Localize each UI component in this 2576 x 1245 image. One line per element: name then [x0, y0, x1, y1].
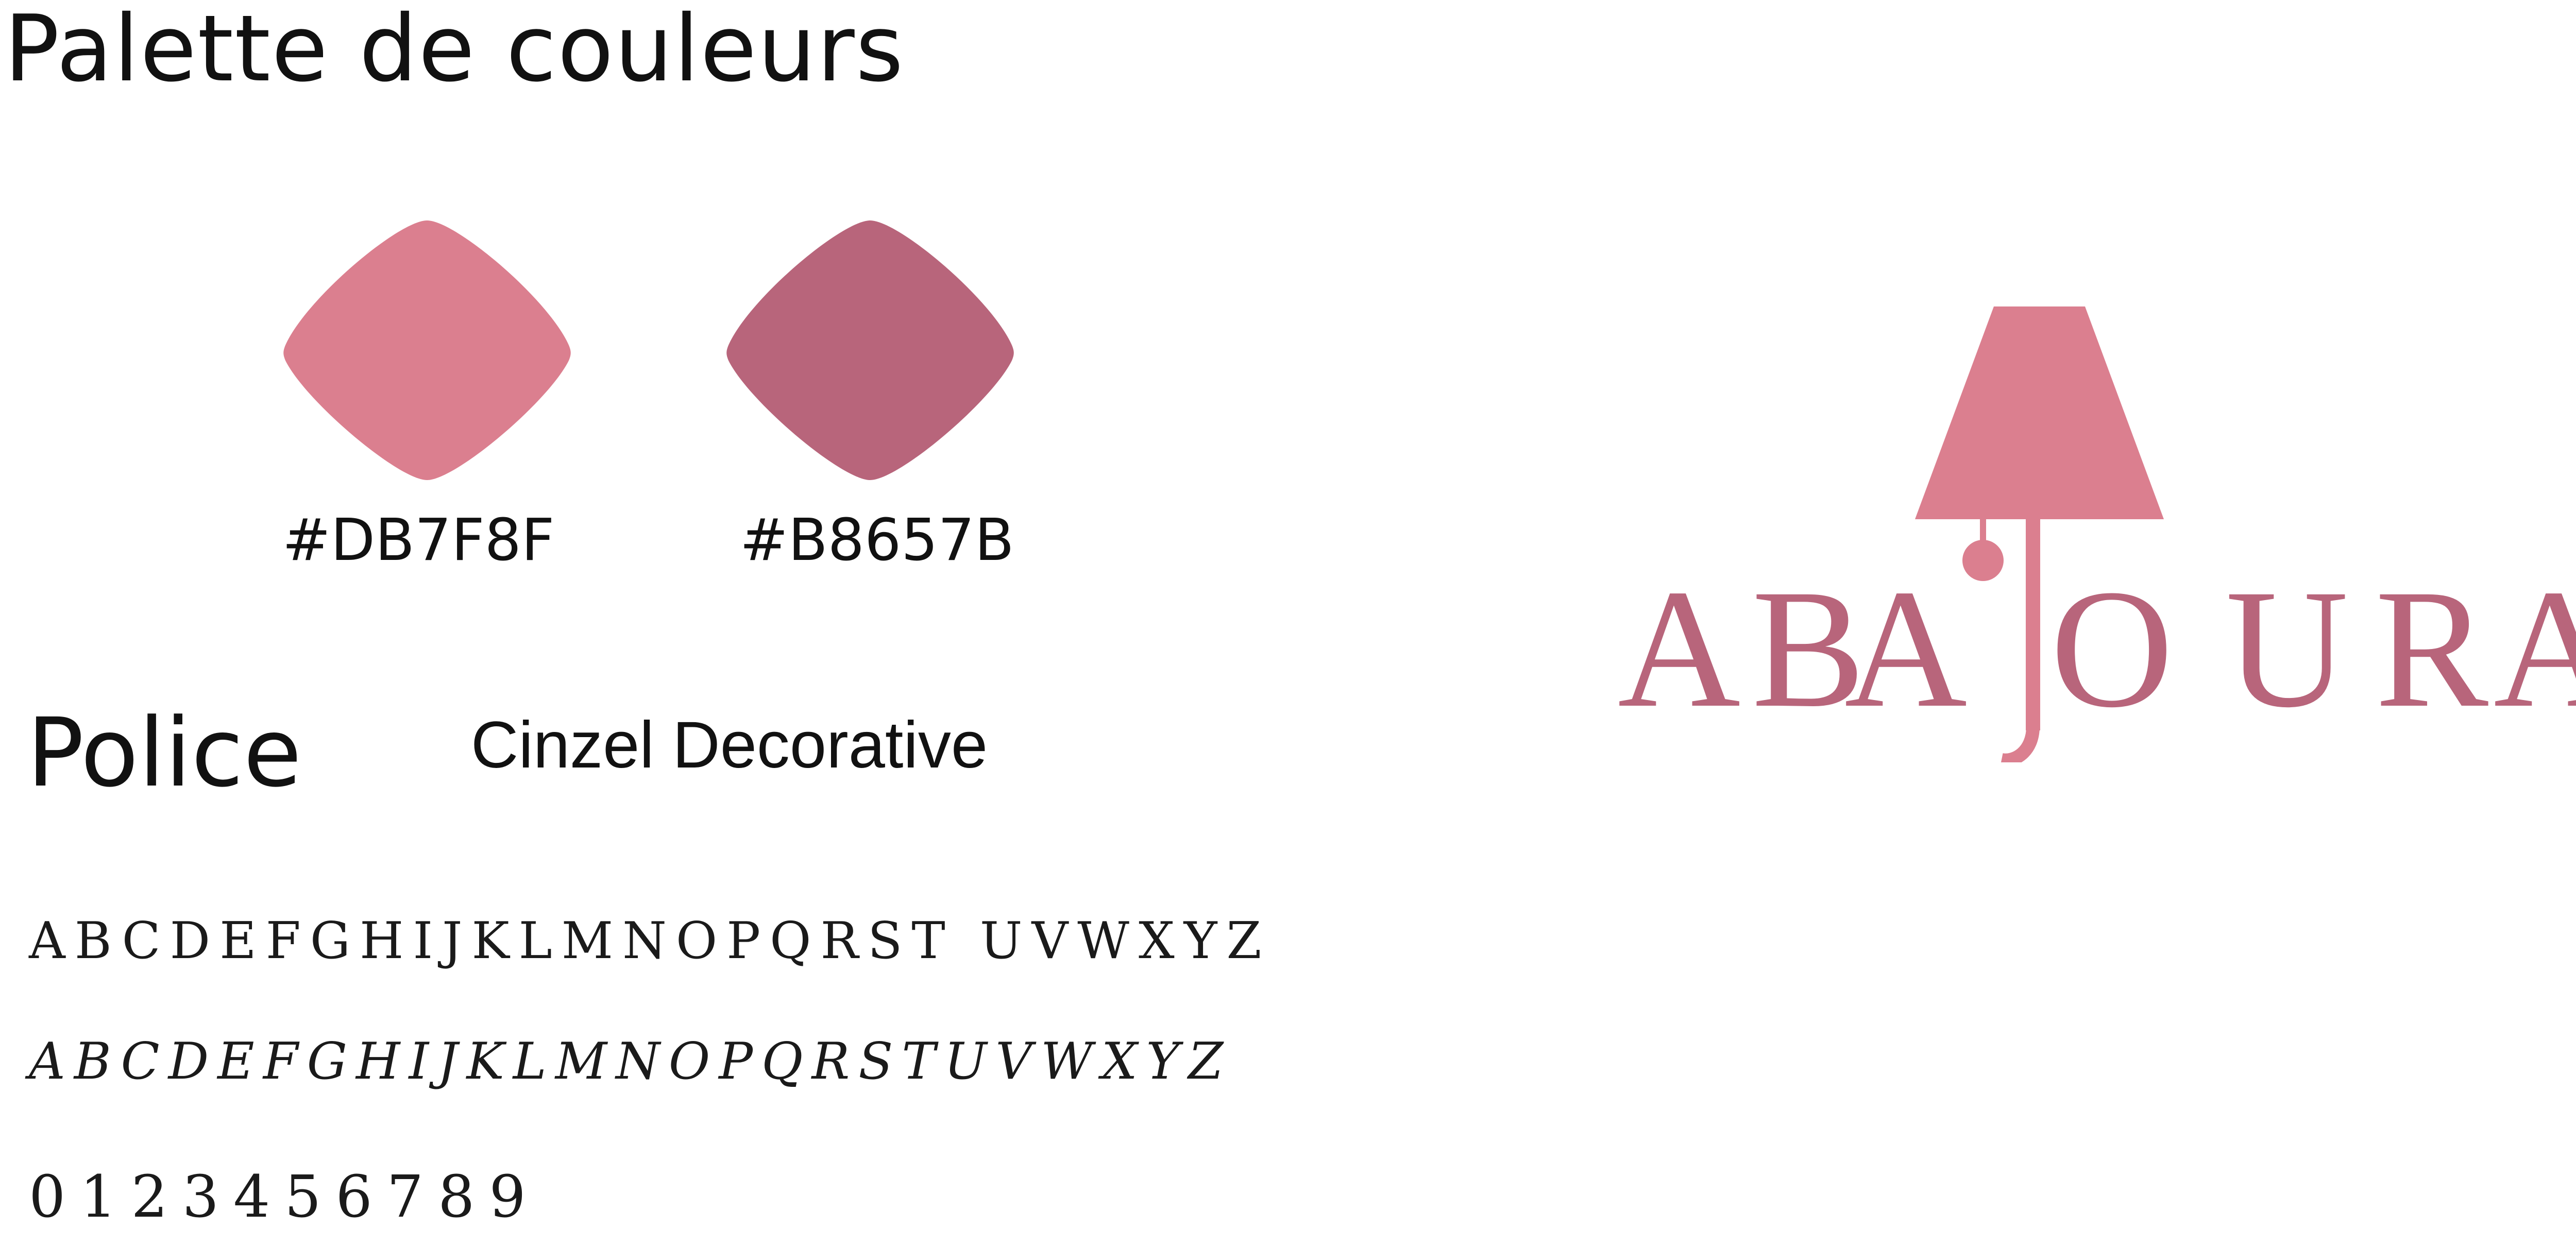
lamp-logo-svg: ABA JO U RA: [1618, 306, 2576, 762]
font-name: Cinzel Decorative: [471, 708, 988, 782]
color-swatch-light-pink: [280, 216, 574, 484]
logo-letter: U: [2226, 555, 2350, 743]
abajoura-logo: ABA JO U RA: [1597, 299, 2576, 762]
diamond-swatch-icon: [726, 220, 1014, 480]
font-specimen-decorative: ABCDEFGHIJKLMNOPQRSTUVWXYZ: [29, 1032, 1232, 1091]
lamp-shade-icon: [1915, 306, 2164, 519]
color-hex-label: #B8657B: [740, 507, 1014, 574]
lamp-chain-icon: [1980, 519, 1986, 542]
logo-letter: O: [2050, 555, 2175, 743]
font-section-title: Police: [27, 698, 302, 808]
font-specimen-digits: 0123456789: [29, 1164, 540, 1231]
logo-letter: A: [1844, 555, 1969, 743]
swatch-shape: [726, 220, 1014, 480]
color-swatch-dark-pink: [723, 216, 1017, 484]
palette-title: Palette de couleurs: [4, 0, 905, 102]
logo-letter: A: [1618, 555, 1742, 743]
font-specimen-uppercase: ABCDEFGHIJKLMNOPQRST UVWXYZ: [29, 912, 1271, 970]
color-hex-label: #DB7F8F: [282, 507, 555, 574]
logo-wordmark: ABA JO U RA: [1618, 555, 2576, 743]
diamond-swatch-icon: [283, 220, 571, 480]
logo-letter: J: [1989, 555, 2057, 743]
logo-letter: A: [2494, 555, 2576, 743]
swatch-shape: [283, 220, 571, 480]
logo-letter: R: [2375, 555, 2490, 743]
